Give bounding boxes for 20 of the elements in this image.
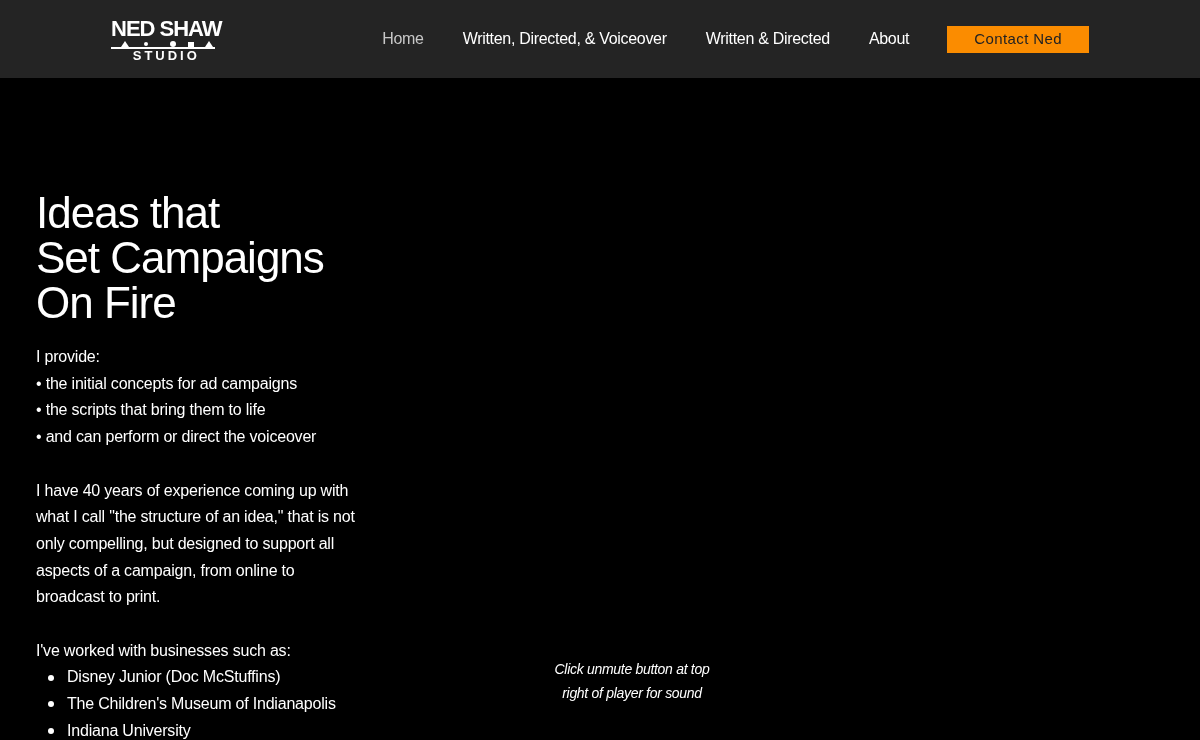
nav-link[interactable]: About xyxy=(868,27,910,51)
list-item: • and can perform or direct the voiceover xyxy=(36,427,318,448)
client-item: The Children's Museum of Indianapolis xyxy=(67,694,336,715)
client-item: Disney Junior (Doc McStuffins) xyxy=(67,667,281,688)
nav-link[interactable]: Written & Directed xyxy=(705,27,830,51)
experience-paragraph: I have 40 years of experience coming up with what I call "the structure of an idea," that is not only compelling, but designed to support all aspects of a campaign, from online to broadcast to print. xyxy=(36,480,356,608)
logo[interactable]: NED SHAW STUDIO xyxy=(111,16,222,62)
bullet-icon xyxy=(48,728,54,735)
intro-text: I provide: xyxy=(36,347,101,367)
nav-link[interactable]: Home xyxy=(382,27,424,51)
headline: Ideas that Set Campaigns On Fire xyxy=(36,190,325,325)
list-item: • the initial concepts for ad campaigns xyxy=(36,373,299,394)
client-item: Indiana University xyxy=(67,720,191,740)
video-caption: Click unmute button at top right of player for sound xyxy=(553,660,711,703)
bullet-icon xyxy=(48,674,54,681)
contact-button[interactable]: Contact Ned xyxy=(947,25,1089,53)
clients-intro: I've worked with businesses such as: xyxy=(36,640,292,661)
list-item: • the scripts that bring them to life xyxy=(36,400,267,421)
nav-link[interactable]: Written, Directed, & Voiceover xyxy=(462,27,667,51)
bullet-icon xyxy=(48,701,54,708)
